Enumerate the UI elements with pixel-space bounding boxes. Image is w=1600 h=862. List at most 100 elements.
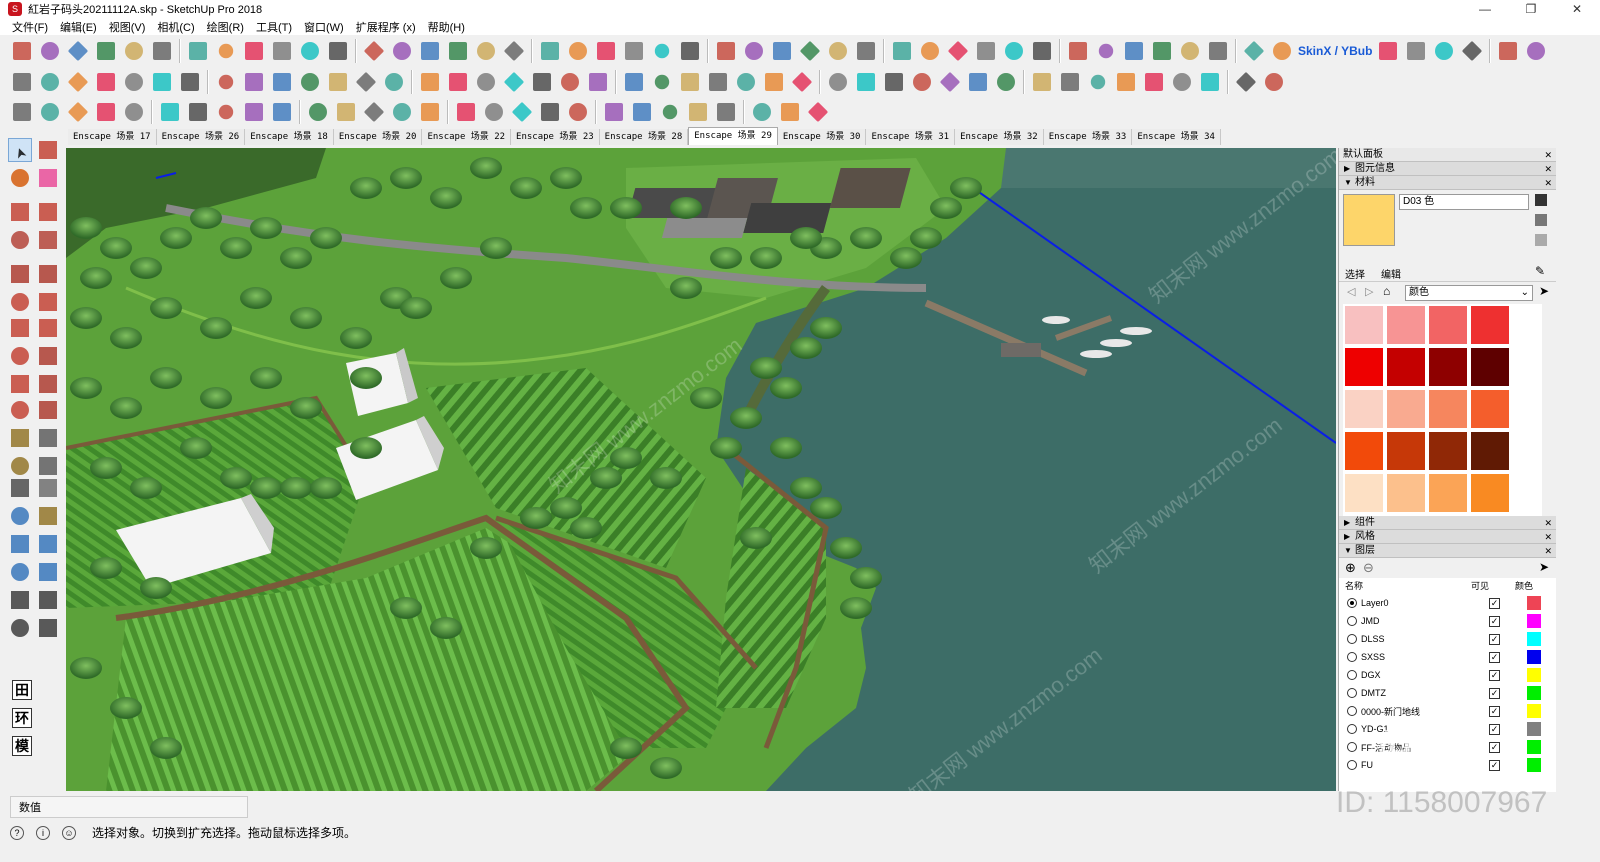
section-layers[interactable]: ▼ 图层 ✕ xyxy=(1339,544,1556,558)
weld-icon[interactable] xyxy=(362,100,386,124)
close-button[interactable]: ✕ xyxy=(1554,0,1600,18)
explode-icon[interactable] xyxy=(306,100,330,124)
active-layer-radio[interactable] xyxy=(1347,760,1357,770)
color-swatch[interactable] xyxy=(1345,348,1383,386)
menu-tools[interactable]: 工具(T) xyxy=(256,19,292,35)
layer-row[interactable]: DLSS ✓ xyxy=(1347,630,1557,648)
rotate-icon[interactable] xyxy=(390,39,414,63)
axes-icon[interactable] xyxy=(8,476,32,500)
remove-layer-icon[interactable]: ⊖ xyxy=(1363,560,1374,576)
union-icon[interactable] xyxy=(826,39,850,63)
menu-view[interactable]: 视图(V) xyxy=(109,19,146,35)
rectangle-icon[interactable] xyxy=(186,39,210,63)
camera-icon[interactable] xyxy=(882,70,906,94)
polygon-3-icon[interactable] xyxy=(354,70,378,94)
look-around-icon[interactable] xyxy=(36,588,60,612)
layer-color-swatch[interactable] xyxy=(1527,668,1541,682)
layer-color-swatch[interactable] xyxy=(1527,614,1541,628)
scene-icon[interactable] xyxy=(778,100,802,124)
shell-icon[interactable] xyxy=(622,70,646,94)
layer-visible-checkbox[interactable]: ✓ xyxy=(1489,741,1500,753)
pie-icon[interactable] xyxy=(36,290,60,314)
eraser-icon[interactable] xyxy=(122,70,146,94)
section-icon[interactable] xyxy=(910,70,934,94)
freehand-icon[interactable] xyxy=(382,70,406,94)
freehand-icon[interactable] xyxy=(714,39,738,63)
details-arrow-icon[interactable]: ➤ xyxy=(1539,284,1549,298)
layer-visible-checkbox[interactable]: ✓ xyxy=(1489,633,1500,645)
material-icon[interactable] xyxy=(602,100,626,124)
sun-icon[interactable] xyxy=(686,100,710,124)
scene-tab[interactable]: Enscape 场景 18 xyxy=(245,129,334,145)
layer-visible-checkbox[interactable]: ✓ xyxy=(1489,597,1500,609)
layer-details-icon[interactable]: ➤ xyxy=(1539,560,1549,574)
select-icon[interactable]: ➤ xyxy=(8,138,32,162)
freehand-icon[interactable] xyxy=(38,100,62,124)
paint-icon[interactable] xyxy=(94,70,118,94)
line-icon[interactable] xyxy=(538,39,562,63)
color-swatch[interactable] xyxy=(1471,474,1509,512)
subtract-icon[interactable] xyxy=(530,70,554,94)
paint-bucket-icon[interactable] xyxy=(1535,214,1547,226)
flip-icon[interactable] xyxy=(678,70,702,94)
sun-icon[interactable] xyxy=(1432,39,1456,63)
layer-color-swatch[interactable] xyxy=(1527,650,1541,664)
color-swatch[interactable] xyxy=(1471,348,1509,386)
color-swatch[interactable] xyxy=(1471,306,1509,344)
info-icon[interactable]: i xyxy=(36,825,50,840)
render-icon[interactable] xyxy=(1178,39,1202,63)
3d-warehouse-icon[interactable] xyxy=(66,39,90,63)
polygon-2-icon[interactable] xyxy=(326,70,350,94)
layer-visible-checkbox[interactable]: ✓ xyxy=(1489,723,1500,735)
orbit-icon[interactable] xyxy=(8,504,32,528)
skinx-2-icon[interactable] xyxy=(1198,70,1222,94)
scene-tab[interactable]: Enscape 场景 28 xyxy=(599,129,689,145)
create-material-icon[interactable] xyxy=(1535,194,1547,206)
offset-icon[interactable] xyxy=(326,39,350,63)
geo-location-icon[interactable]: ? xyxy=(10,825,24,840)
material-icon[interactable] xyxy=(938,70,962,94)
menu-camera[interactable]: 相机(C) xyxy=(157,19,194,35)
forward-arrow-icon[interactable]: ▷ xyxy=(1365,285,1373,298)
texture-icon[interactable] xyxy=(966,70,990,94)
extension-warehouse-icon[interactable] xyxy=(94,39,118,63)
move-icon[interactable] xyxy=(362,39,386,63)
tape-icon[interactable] xyxy=(474,39,498,63)
rotate-icon[interactable] xyxy=(66,70,90,94)
maximize-button[interactable]: ❐ xyxy=(1508,0,1554,18)
scene-tab[interactable]: Enscape 场景 33 xyxy=(1043,129,1133,145)
layer-row[interactable]: DGX ✓ xyxy=(1347,666,1557,684)
color-swatch[interactable] xyxy=(1471,390,1509,428)
protractor-icon[interactable] xyxy=(8,454,32,478)
camera-icon[interactable] xyxy=(1206,39,1230,63)
section-components[interactable]: ▶ 组件 ✕ xyxy=(1339,516,1556,530)
3d-text-icon[interactable] xyxy=(36,476,60,500)
sun-icon[interactable] xyxy=(1030,70,1054,94)
grid-icon[interactable] xyxy=(1086,70,1110,94)
menu-edit[interactable]: 编辑(E) xyxy=(60,19,97,35)
weld-icon[interactable] xyxy=(1030,39,1054,63)
grid-icon[interactable] xyxy=(750,100,774,124)
color-swatch[interactable] xyxy=(1429,348,1467,386)
minimize-button[interactable]: — xyxy=(1462,0,1508,18)
tab-edit[interactable]: 编辑 xyxy=(1381,266,1401,281)
scene-icon[interactable] xyxy=(1524,39,1548,63)
layer-row[interactable]: SXSS ✓ xyxy=(1347,648,1557,666)
line-icon[interactable] xyxy=(8,200,32,224)
component-icon[interactable] xyxy=(454,100,478,124)
active-layer-radio[interactable] xyxy=(1347,634,1357,644)
color-swatch[interactable] xyxy=(1387,474,1425,512)
fog-icon[interactable] xyxy=(714,100,738,124)
fog-icon[interactable] xyxy=(1058,70,1082,94)
split-icon[interactable] xyxy=(242,100,266,124)
color-swatch[interactable] xyxy=(1429,306,1467,344)
dimension-icon[interactable] xyxy=(36,426,60,450)
follow-me-icon[interactable] xyxy=(418,70,442,94)
active-layer-radio[interactable] xyxy=(1347,670,1357,680)
layer-color-swatch[interactable] xyxy=(1527,686,1541,700)
scene-icon[interactable] xyxy=(1114,70,1138,94)
paint-bucket-icon[interactable] xyxy=(8,166,32,190)
trim-icon[interactable] xyxy=(214,100,238,124)
section-styles[interactable]: ▶ 风格 ✕ xyxy=(1339,530,1556,544)
line-icon[interactable] xyxy=(214,70,238,94)
